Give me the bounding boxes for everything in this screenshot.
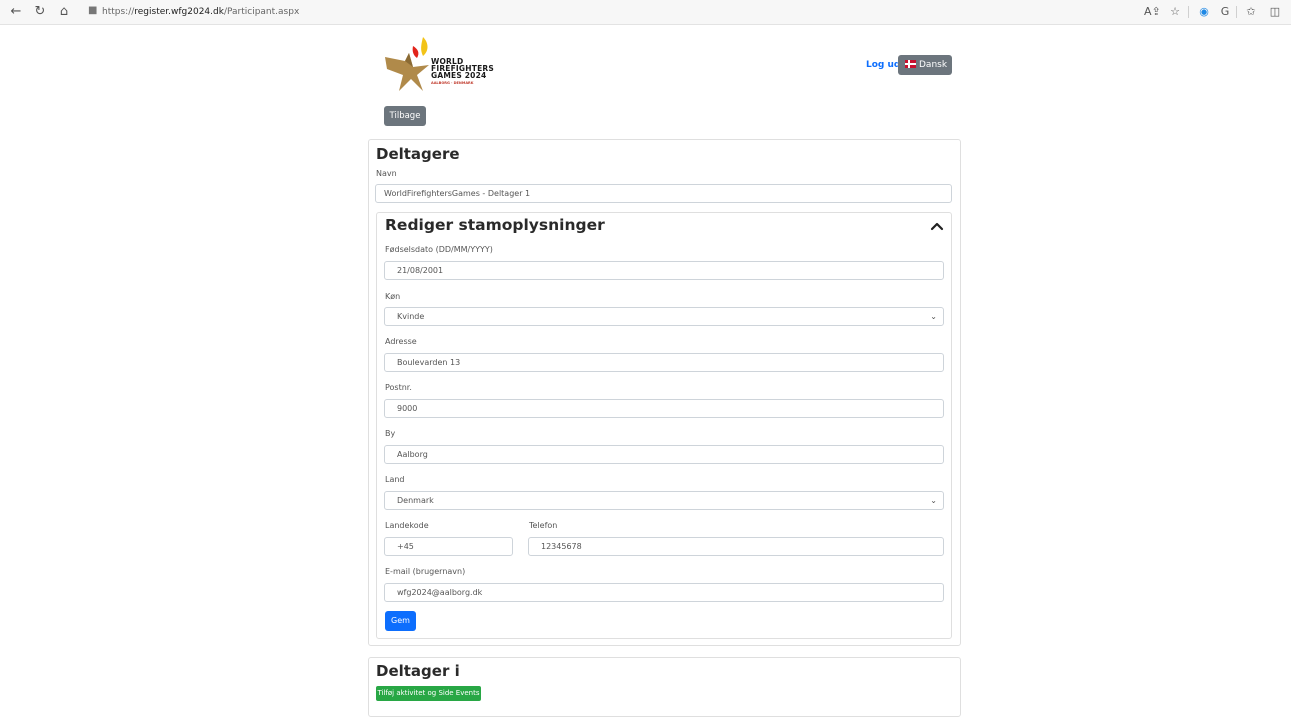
postal-field[interactable]: 9000 bbox=[384, 399, 944, 418]
country-select[interactable]: Denmark ⌄ bbox=[384, 491, 944, 510]
danish-flag-icon bbox=[905, 60, 916, 68]
url-path: /Participant.aspx bbox=[223, 7, 300, 17]
postal-label: Postnr. bbox=[385, 383, 412, 392]
logout-link[interactable]: Log ud bbox=[866, 60, 900, 70]
language-label: Dansk bbox=[919, 60, 948, 70]
logo-line-3: GAMES 2024 bbox=[431, 71, 487, 80]
country-value: Denmark bbox=[397, 496, 434, 505]
favorites-add-icon[interactable]: ☆ bbox=[1168, 5, 1182, 19]
gender-value: Kvinde bbox=[397, 312, 425, 321]
name-field[interactable]: WorldFirefightersGames - Deltager 1 bbox=[375, 184, 952, 203]
logo-subtitle: AALBORG · DENMARK bbox=[431, 81, 474, 85]
name-label: Navn bbox=[376, 169, 397, 178]
country-code-field[interactable]: +45 bbox=[384, 537, 513, 556]
add-activity-button[interactable]: Tilføj aktivitet og Side Events bbox=[376, 686, 481, 701]
url-prefix: https:// bbox=[102, 7, 135, 17]
url-domain: register.wfg2024.dk bbox=[134, 7, 224, 17]
email-label: E-mail (brugernavn) bbox=[385, 567, 466, 576]
favorites-icon[interactable]: ✩ bbox=[1244, 5, 1258, 19]
address-bar[interactable]: https://register.wfg2024.dk/Participant.… bbox=[102, 5, 299, 19]
browser-toolbar: ← ↻ ⌂ ■ https://register.wfg2024.dk/Part… bbox=[0, 0, 1291, 25]
caret-down-icon bbox=[908, 82, 914, 85]
gender-label: Køn bbox=[385, 292, 401, 301]
address-field[interactable]: Boulevarden 13 bbox=[384, 353, 944, 372]
read-aloud-icon[interactable]: A⇪ bbox=[1144, 5, 1161, 19]
extension-icon[interactable]: ◉ bbox=[1197, 5, 1211, 19]
phone-field[interactable]: 12345678 bbox=[528, 537, 944, 556]
lock-icon[interactable]: ■ bbox=[88, 5, 98, 17]
participates-in-title: Deltager i bbox=[376, 662, 460, 680]
email-field[interactable]: wfg2024@aalborg.dk bbox=[384, 583, 944, 602]
language-dropdown[interactable]: Dansk bbox=[898, 55, 952, 85]
toolbar-divider bbox=[1236, 6, 1237, 18]
home-icon[interactable]: ⌂ bbox=[56, 4, 72, 20]
address-label: Adresse bbox=[385, 337, 417, 346]
refresh-icon[interactable]: ↻ bbox=[32, 4, 48, 20]
back-arrow-icon[interactable]: ← bbox=[8, 4, 24, 20]
select-chevron-down-icon: ⌄ bbox=[930, 312, 937, 321]
city-field[interactable]: Aalborg bbox=[384, 445, 944, 464]
save-button[interactable]: Gem bbox=[385, 611, 416, 631]
gender-select[interactable]: Kvinde ⌄ bbox=[384, 307, 944, 326]
toolbar-divider bbox=[1188, 6, 1189, 18]
collections-icon[interactable]: ◫ bbox=[1268, 5, 1282, 19]
country-code-label: Landekode bbox=[385, 521, 429, 530]
participants-title: Deltagere bbox=[376, 145, 460, 163]
back-button[interactable]: Tilbage bbox=[384, 106, 426, 126]
collapse-chevron-up-icon[interactable] bbox=[930, 221, 944, 231]
phone-label: Telefon bbox=[529, 521, 558, 530]
city-label: By bbox=[385, 429, 396, 438]
master-data-title: Rediger stamoplysninger bbox=[385, 216, 605, 234]
select-chevron-down-icon: ⌄ bbox=[930, 496, 937, 505]
country-label: Land bbox=[385, 475, 405, 484]
birthdate-label: Fødselsdato (DD/MM/YYYY) bbox=[385, 245, 493, 254]
logo-wordmark: WORLD FIREFIGHTERS GAMES 2024 bbox=[431, 58, 494, 80]
extension-g-icon[interactable]: G bbox=[1218, 5, 1232, 19]
birthdate-field[interactable]: 21/08/2001 bbox=[384, 261, 944, 280]
